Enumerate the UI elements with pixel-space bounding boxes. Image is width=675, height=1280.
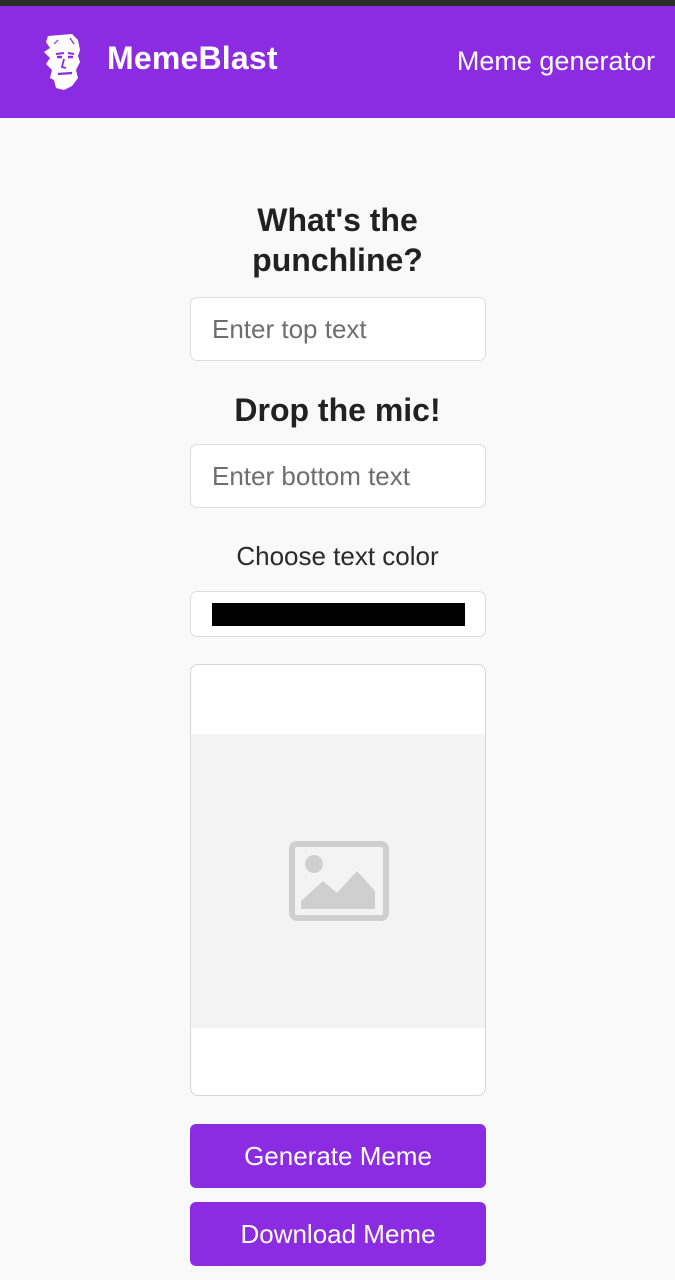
meme-preview bbox=[190, 664, 486, 1096]
app-header: MemeBlast Meme generator bbox=[0, 6, 675, 118]
text-color-picker[interactable] bbox=[190, 591, 486, 637]
image-placeholder-icon bbox=[289, 841, 389, 921]
top-text-input[interactable] bbox=[190, 297, 486, 361]
download-meme-button[interactable]: Download Meme bbox=[190, 1202, 486, 1266]
generate-meme-button[interactable]: Generate Meme bbox=[190, 1124, 486, 1188]
bottom-text-input[interactable] bbox=[190, 444, 486, 508]
face-silhouette-icon bbox=[44, 34, 80, 90]
bottom-text-heading: Drop the mic! bbox=[234, 392, 441, 428]
top-text-heading: What's the punchline? bbox=[252, 202, 423, 278]
text-color-label: Choose text color bbox=[236, 541, 439, 571]
image-placeholder bbox=[191, 734, 485, 1028]
header-subtitle: Meme generator bbox=[456, 46, 655, 76]
brand-name: MemeBlast bbox=[107, 40, 278, 76]
color-swatch bbox=[212, 603, 465, 626]
